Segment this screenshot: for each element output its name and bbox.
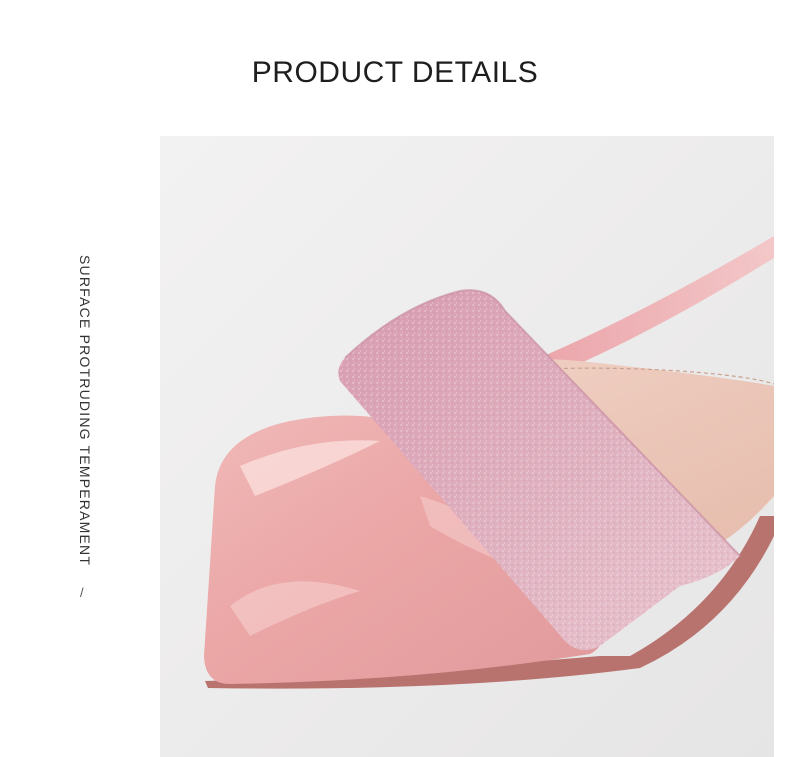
side-caption: SURFACE PROTRUDING TEMPERAMENT bbox=[77, 255, 93, 567]
side-slash-divider: / bbox=[80, 585, 84, 600]
page-title: PRODUCT DETAILS bbox=[251, 56, 539, 89]
product-photo bbox=[160, 136, 774, 757]
sandal-illustration bbox=[204, 236, 774, 689]
